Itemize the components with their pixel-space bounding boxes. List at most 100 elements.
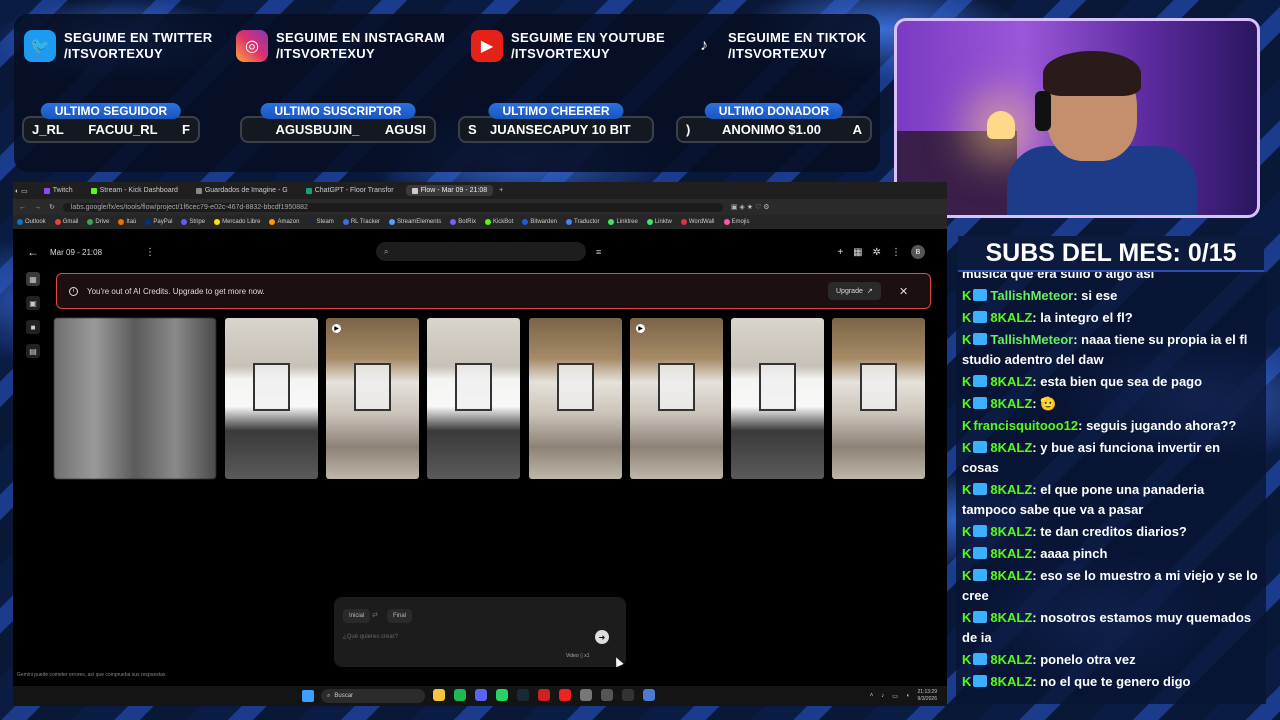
chat-username[interactable]: 8KALZ [990, 674, 1032, 689]
chat-username[interactable]: 8KALZ [990, 482, 1032, 497]
tray-chevron-icon[interactable]: ˄ [870, 693, 874, 699]
discord-icon[interactable] [475, 689, 487, 701]
chat-message: K TallishMeteor: naaa tiene su propia ia … [962, 329, 1260, 371]
mode-selector[interactable]: Video ▯ x1 [566, 653, 590, 659]
media-thumb[interactable] [225, 318, 318, 479]
chat-username[interactable]: TallishMeteor [990, 332, 1073, 347]
search-input[interactable]: ⌕ [376, 242, 586, 261]
new-tab-icon[interactable]: + [499, 187, 503, 194]
add-icon[interactable]: + [837, 247, 843, 258]
opera-icon[interactable] [559, 689, 571, 701]
chat-username[interactable]: 8KALZ [990, 396, 1032, 411]
bookmark[interactable]: Outlook [17, 219, 46, 225]
bookmark[interactable]: Linktw [646, 219, 672, 225]
close-icon[interactable]: ✕ [899, 285, 908, 298]
nav-forward-icon[interactable]: → [34, 204, 41, 211]
bookmark[interactable]: Gmail [54, 219, 79, 225]
bookmark[interactable]: Steam [308, 219, 334, 225]
more-vert-icon[interactable]: ⋮ [891, 247, 901, 258]
initial-frame-button[interactable]: Inicial [343, 609, 371, 623]
chat-username[interactable]: francisquitooo12 [973, 418, 1078, 433]
network-icon[interactable]: ▭ [892, 693, 898, 700]
media-thumb[interactable] [832, 318, 925, 479]
whatsapp-icon[interactable] [496, 689, 508, 701]
chat-username[interactable]: 8KALZ [990, 568, 1032, 583]
upgrade-button[interactable]: Upgrade ↗ [828, 282, 881, 300]
app-icon[interactable] [580, 689, 592, 701]
bookmark-label: Gmail [62, 219, 79, 225]
grid-view-icon[interactable]: ▦ [853, 247, 862, 258]
bookmark[interactable]: Itaú [118, 219, 136, 225]
folder-icon[interactable]: ▤ [26, 344, 40, 358]
chat-username[interactable]: 8KALZ [990, 546, 1032, 561]
browser-tab[interactable]: Guardados de Imagine - G [190, 185, 294, 196]
send-icon[interactable]: ➜ [595, 630, 609, 644]
prompt-input[interactable]: ¿Qué quieres crear? [343, 634, 398, 640]
file-explorer-icon[interactable] [433, 689, 445, 701]
final-frame-button[interactable]: Final [387, 609, 413, 623]
bookmark[interactable]: Traductor [566, 219, 599, 225]
app-icon[interactable] [622, 689, 634, 701]
url-bar[interactable]: labs.google/fx/es/tools/flow/project/1f6… [62, 202, 723, 212]
swap-icon[interactable]: ⇄ [372, 611, 378, 619]
windows-start-icon[interactable] [302, 690, 314, 702]
bookmark[interactable]: Drive [87, 219, 109, 225]
app-icon[interactable] [643, 689, 655, 701]
extension-icons[interactable]: ▣ ◈ ★ ♡ ⚙ [731, 203, 770, 211]
bookmark-label: Amazon [277, 219, 300, 225]
bookmark[interactable]: BotRix [450, 219, 476, 225]
app-icon[interactable] [601, 689, 613, 701]
media-thumb-generating[interactable] [54, 318, 216, 479]
chat-username[interactable]: 8KALZ [990, 652, 1032, 667]
bookmark[interactable]: StreamElements [388, 219, 441, 225]
bookmark[interactable]: Amazon [269, 219, 299, 225]
browser-tab[interactable]: ChatGPT - Floor Transfor [300, 185, 400, 196]
chat-username[interactable]: 8KALZ [990, 524, 1032, 539]
media-thumb-video[interactable]: ▶ [326, 318, 419, 479]
clock[interactable]: 21:13:29 9/3/2026 [918, 689, 937, 703]
chat-username[interactable]: 8KALZ [990, 374, 1032, 389]
stat-value: AGUSBUJIN_ [275, 122, 360, 137]
image-icon[interactable]: ▣ [26, 296, 40, 310]
bookmark[interactable]: Stripe [181, 219, 205, 225]
reload-icon[interactable]: ↻ [49, 203, 55, 211]
taskbar-search[interactable]: ⌕ Buscar [321, 689, 425, 703]
bookmark-favicon-icon [723, 219, 730, 225]
bookmark[interactable]: WordWall [680, 219, 715, 225]
chat-username[interactable]: 8KALZ [990, 610, 1032, 625]
settings-icon[interactable]: ✲ [873, 247, 881, 258]
bookmark[interactable]: KickBot [484, 219, 513, 225]
bookmark[interactable]: Emojis [723, 219, 750, 225]
sub-badge-icon [973, 311, 988, 323]
browser-tab[interactable]: Stream - Kick Dashboard [85, 185, 184, 196]
nav-back-icon[interactable]: ← [19, 204, 26, 211]
grid-icon[interactable]: ▦ [26, 272, 40, 286]
media-thumb[interactable] [529, 318, 622, 479]
browser-tab[interactable]: Flow - Mar 09 - 21:08 [405, 185, 494, 196]
filter-icon[interactable]: ≡ [596, 247, 601, 257]
bookmark[interactable]: Linktree [608, 219, 638, 225]
video-icon[interactable]: ■ [26, 320, 40, 334]
volume-icon[interactable]: ◖ [906, 693, 910, 699]
chat-panel: musica que era sulio o algo asi K TallishM… [956, 272, 1266, 704]
avatar[interactable]: B [911, 245, 925, 259]
bookmark[interactable]: PayPal [145, 219, 172, 225]
browser-menu-icon[interactable]: ◐ ▭ [15, 187, 28, 195]
mic-icon[interactable]: ♪ [881, 693, 884, 699]
chat-username[interactable]: 8KALZ [990, 440, 1032, 455]
media-thumb-video[interactable]: ▶ [630, 318, 723, 479]
chat-username[interactable]: 8KALZ [990, 310, 1032, 325]
bookmark[interactable]: Bitwarden [522, 219, 557, 225]
chat-username[interactable]: TallishMeteor [990, 288, 1073, 303]
app-icon[interactable] [538, 689, 550, 701]
back-arrow-icon[interactable]: ← [27, 245, 39, 259]
browser-tab[interactable]: Twitch [38, 185, 79, 196]
steam-icon[interactable] [517, 689, 529, 701]
bookmark[interactable]: Mercado Libre [214, 219, 260, 225]
media-thumb[interactable] [427, 318, 520, 479]
spotify-icon[interactable] [454, 689, 466, 701]
search-icon: ⌕ [327, 692, 331, 699]
media-thumb[interactable] [731, 318, 824, 479]
more-options-icon[interactable]: ⋮ [145, 247, 155, 258]
bookmark[interactable]: RL Tracker [342, 219, 380, 225]
